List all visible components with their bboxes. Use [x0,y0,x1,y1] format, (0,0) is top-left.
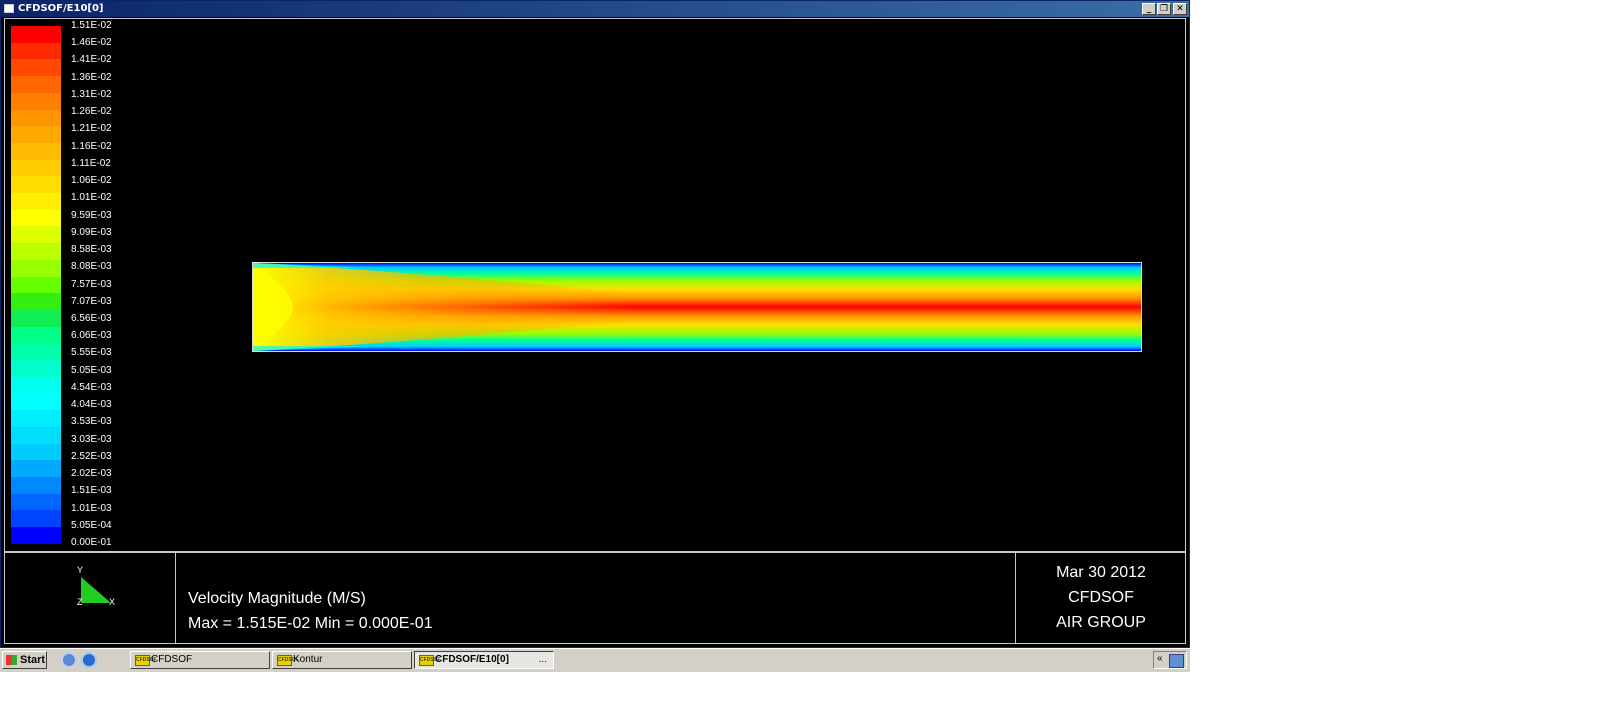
taskbar: Start CFDSOF CFDSOF CFDSOF Kontur CFDSOF… [0,648,1190,672]
legend-color-band [11,276,61,294]
legend-label: 6.56E-03 [71,312,112,324]
taskbar-item-suffix: ... [538,654,547,665]
show-desktop-icon[interactable] [61,652,77,668]
legend-label: 2.02E-03 [71,468,112,480]
windows-logo-icon [6,655,17,665]
legend-label: 1.11E-02 [71,157,111,169]
legend-label: 1.06E-02 [71,175,112,187]
legend-color-band [11,193,61,210]
legend-label: 4.54E-03 [71,381,112,393]
legend-color-band [11,510,61,528]
company-text: AIR GROUP [1056,614,1146,631]
legend-color-band [11,126,61,143]
legend-label: 1.31E-02 [71,88,112,100]
legend-label: 3.53E-03 [71,416,112,428]
info-panel: Y Z X Velocity Magnitude (M/S) Max = 1.5… [4,552,1186,644]
legend-color-band [11,343,61,361]
date-text: Mar 30 2012 [1056,564,1146,581]
window-icon [4,4,14,13]
legend-color-band [11,426,61,444]
legend-label: 7.57E-03 [71,278,112,290]
legend-color-band [11,460,61,477]
start-button[interactable]: Start [2,651,47,669]
legend-label: 5.05E-03 [71,364,112,376]
legend-label: 1.46E-02 [71,37,112,49]
legend-color-band [11,476,61,494]
legend-label: 8.08E-03 [71,261,112,273]
legend-label: 1.01E-03 [71,502,112,514]
axis-z-label: Z [77,597,83,607]
legend-color-band [11,176,61,194]
tray-expand-chevron-icon[interactable]: « [1157,653,1163,664]
legend-color-band [11,159,61,177]
legend-label: 6.06E-03 [71,330,112,342]
legend-color-band [11,226,61,244]
app-icon: CFDSOF [419,655,441,666]
divider [175,553,176,643]
velocity-contour-pipe [252,262,1142,352]
legend-label: 1.16E-02 [71,140,112,152]
legend-label: 5.05E-04 [71,519,112,531]
variable-title: Velocity Magnitude (M/S) [188,590,366,607]
legend-label: 3.03E-03 [71,433,112,445]
legend-label: 1.41E-02 [71,54,112,66]
legend-label: 1.01E-02 [71,192,112,204]
legend-color-band [11,243,61,260]
legend-color-band [11,309,61,327]
product-text: CFDSOF [1068,589,1134,606]
variable-range: Max = 1.515E-02 Min = 0.000E-01 [188,615,433,632]
legend-color-band [11,42,61,60]
start-label: Start [20,654,46,666]
legend-color-band [11,410,61,427]
legend-label: 0.00E-01 [71,537,112,548]
legend-color-band [11,527,61,544]
legend-color-band [11,360,61,377]
taskbar-item-label: CFDSOF/E10[0] [435,654,509,665]
close-button[interactable]: ✕ [1173,3,1187,15]
legend-color-band [11,59,61,77]
axis-y-label: Y [77,565,84,575]
legend-label: 8.58E-03 [71,244,112,256]
color-legend-bar [11,26,61,544]
legend-label: 2.52E-03 [71,450,112,462]
taskbar-item-cfdsof-e10[interactable]: CFDSOF CFDSOF/E10[0] ... [414,651,554,669]
stamp-block: Mar 30 2012 CFDSOF AIR GROUP [1016,553,1186,635]
legend-label: 1.51E-03 [71,485,112,497]
legend-color-band [11,76,61,93]
legend-color-band [11,209,61,227]
app-icon: CFDSOF [277,655,299,666]
taskbar-item-kontur[interactable]: CFDSOF Kontur [272,651,412,669]
legend-color-band [11,326,61,344]
network-icon[interactable] [1169,654,1184,668]
legend-color-band [11,393,61,411]
legend-label: 9.59E-03 [71,209,112,221]
minimize-button[interactable]: _ [1142,3,1156,15]
legend-label: 1.21E-02 [71,123,112,135]
axis-x-label: X [109,597,116,607]
window-title: CFDSOF/E10[0] [18,3,104,14]
taskbar-item-label: CFDSOF [151,654,193,665]
legend-color-band [11,493,61,511]
legend-color-band [11,142,61,160]
system-tray: « [1153,651,1187,669]
legend-label: 9.09E-03 [71,226,112,238]
legend-label: 7.07E-03 [71,295,112,307]
title-bar[interactable]: CFDSOF/E10[0] _ ❐ ✕ [1,1,1189,17]
legend-color-band [11,376,61,394]
legend-label: 5.55E-03 [71,347,112,359]
legend-color-band [11,259,61,277]
legend-color-band [11,92,61,110]
taskbar-item-cfdsof[interactable]: CFDSOF CFDSOF [130,651,270,669]
legend-label: 1.36E-02 [71,71,112,83]
legend-color-band [11,26,61,43]
internet-explorer-icon[interactable] [81,652,97,668]
legend-color-band [11,109,61,127]
legend-label: 1.51E-02 [71,20,112,31]
legend-color-band [11,293,61,310]
legend-label: 1.26E-02 [71,106,112,118]
legend-label: 4.04E-03 [71,399,112,411]
restore-button[interactable]: ❐ [1157,3,1171,15]
legend-color-band [11,443,61,461]
app-icon: CFDSOF [135,655,157,666]
